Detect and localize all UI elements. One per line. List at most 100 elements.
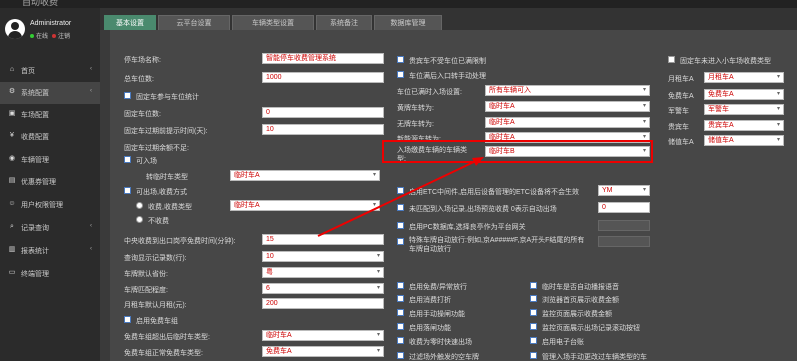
no-charge-radio[interactable]: [136, 216, 143, 223]
chevron-left-icon: ‹: [90, 246, 92, 252]
sidebar-item-report[interactable]: ▥ 报表统计 ‹: [0, 240, 100, 262]
bottom-right-checkbox-0[interactable]: [530, 282, 537, 289]
bottom-right-checkbox-3[interactable]: [530, 323, 537, 330]
sidebar-item-label: 车场配置: [21, 112, 49, 119]
user-name: Administrator: [30, 20, 72, 27]
logout-link[interactable]: 注销: [58, 34, 70, 40]
tab-basic-settings[interactable]: 基本设置: [104, 15, 156, 30]
full-manual-checkbox[interactable]: [397, 71, 404, 78]
tab-database[interactable]: 数据库管理: [374, 15, 442, 30]
sidebar-item-money[interactable]: ¥ 收费配置: [0, 126, 100, 148]
yellow-select[interactable]: 临时车A: [485, 101, 650, 112]
bottom-right-checkbox-4[interactable]: [530, 337, 537, 344]
etc-select[interactable]: YM: [598, 185, 650, 196]
right-row-label-1: 免费车A: [668, 93, 694, 100]
bottom-right-label-4: 启用电子台账: [542, 339, 584, 346]
free-group-checkbox[interactable]: [124, 316, 131, 323]
expensive-limit-checkbox[interactable]: [397, 56, 404, 63]
right-row-label-0: 月租车A: [668, 76, 694, 83]
sidebar-item-label: 优惠券管理: [21, 179, 56, 186]
fixed-remind-input[interactable]: 10: [262, 124, 384, 135]
user-status: 在线 注销: [30, 31, 70, 40]
full-type-select[interactable]: 所有车辆可入: [485, 85, 650, 96]
bottom-right-checkbox-2[interactable]: [530, 309, 537, 316]
highlight-box: [382, 140, 653, 163]
yellow-label: 黄牌车转为:: [397, 105, 434, 112]
gear-icon: ⚙: [8, 88, 16, 95]
bottom-left-label-0: 启用免费/异常放行: [409, 284, 467, 291]
unmatched-checkbox[interactable]: [397, 204, 404, 211]
sidebar-item-vehicle[interactable]: ◉ 车辆管理: [0, 149, 100, 171]
sidebar-item-label: 用户权限管理: [21, 202, 63, 209]
sidebar-item-gear[interactable]: ⚙ 系统配置 ‹: [0, 82, 100, 104]
allow-out-checkbox[interactable]: [124, 187, 131, 194]
bottom-left-checkbox-4[interactable]: [397, 337, 404, 344]
right-row-select-1[interactable]: 免费车A: [704, 89, 784, 100]
total-spaces-label: 总车位数:: [124, 76, 154, 83]
right-row-select-4[interactable]: 储值车A: [704, 135, 784, 146]
tab-vehicle-type-settings[interactable]: 车辆类型设置: [232, 15, 314, 30]
allow-in-checkbox[interactable]: [124, 156, 131, 163]
fixed-spaces-input[interactable]: 0: [262, 107, 384, 118]
tab-cloud-settings[interactable]: 云平台设置: [158, 15, 230, 30]
bottom-left-label-5: 过滤场外触发的空车牌: [409, 354, 479, 361]
allow-out-label: 可出场,收费方式: [136, 189, 187, 196]
tab-system-notes[interactable]: 系统备注: [316, 15, 372, 30]
free-minutes-input[interactable]: 15: [262, 234, 384, 245]
bottom-right-label-5: 管理入场手动更改过车辆类型的车: [542, 354, 647, 361]
bottom-left-checkbox-0[interactable]: [397, 282, 404, 289]
search-icon: ⌕: [10, 223, 14, 230]
sidebar-item-coupon[interactable]: ▤ 优惠券管理: [0, 171, 100, 193]
pc-checkbox[interactable]: [397, 222, 404, 229]
sidebar-item-car[interactable]: ▣ 车场配置: [0, 104, 100, 126]
sidebar-item-search[interactable]: ⌕ 记录查询 ‹: [0, 217, 100, 239]
bottom-left-checkbox-2[interactable]: [397, 309, 404, 316]
free-group-normal-select[interactable]: 免费车A: [262, 346, 384, 357]
sidebar-item-label: 首页: [21, 68, 35, 75]
charge-radio[interactable]: [136, 202, 143, 209]
pc-input[interactable]: [598, 220, 650, 231]
total-spaces-input[interactable]: 1000: [262, 72, 384, 83]
right-row-select-0[interactable]: 月租车A: [704, 72, 784, 83]
fixed-stats-checkbox[interactable]: [124, 92, 131, 99]
free-group-over-select[interactable]: 临时车A: [262, 330, 384, 341]
park-name-input[interactable]: 智能停车收费管理系统: [262, 53, 384, 64]
sidebar-item-label: 车辆管理: [21, 157, 49, 164]
display-records-select[interactable]: 10: [262, 251, 384, 262]
unmatched-input[interactable]: 0: [598, 202, 650, 213]
bottom-right-checkbox-5[interactable]: [530, 352, 537, 359]
bottom-right-checkbox-1[interactable]: [530, 295, 537, 302]
sidebar-item-label: 系统配置: [21, 90, 49, 97]
plate-default-select[interactable]: 粤: [262, 267, 384, 278]
special-checkbox[interactable]: [397, 238, 404, 245]
chevron-left-icon: ‹: [90, 223, 92, 229]
logout-dot-icon: [52, 34, 57, 38]
convert-type-select[interactable]: 临时车A: [230, 170, 380, 181]
bottom-left-label-2: 启用手动操闸功能: [409, 311, 465, 318]
fixed-expired-label: 固定车过期余额不足:: [124, 145, 189, 152]
avatar: [5, 19, 25, 39]
sidebar-item-terminal[interactable]: ▭ 终端管理: [0, 263, 100, 285]
sidebar-item-user[interactable]: ☺ 用户权限管理: [0, 194, 100, 216]
right-row-select-3[interactable]: 贵宾车A: [704, 120, 784, 131]
right-row-select-2[interactable]: 军警车: [704, 104, 784, 115]
fixed-unmatched-checkbox[interactable]: [668, 56, 675, 63]
etc-checkbox[interactable]: [397, 187, 404, 194]
noplate-label: 无牌车转为:: [397, 121, 434, 128]
noplate-select[interactable]: 临时车A: [485, 117, 650, 128]
report-icon: ▥: [8, 246, 16, 253]
bottom-right-label-3: 监控页面展示出场记录滚动按钮: [542, 325, 640, 332]
bottom-left-checkbox-5[interactable]: [397, 352, 404, 359]
user-icon: ☺: [8, 200, 16, 207]
sidebar-item-label: 收费配置: [21, 134, 49, 141]
sidebar-item-home[interactable]: ⌂ 首页 ‹: [0, 60, 100, 82]
special-input[interactable]: [598, 236, 650, 247]
bottom-left-checkbox-3[interactable]: [397, 323, 404, 330]
charge-mode-select[interactable]: 临时车A: [230, 200, 380, 211]
sidebar-item-label: 报表统计: [21, 248, 49, 255]
plate-match-select[interactable]: 6: [262, 283, 384, 294]
chevron-left-icon: ‹: [90, 66, 92, 72]
convert-type-label: 转临时车类型: [146, 174, 188, 181]
bottom-left-checkbox-1[interactable]: [397, 295, 404, 302]
monthly-price-input[interactable]: 200: [262, 298, 384, 309]
